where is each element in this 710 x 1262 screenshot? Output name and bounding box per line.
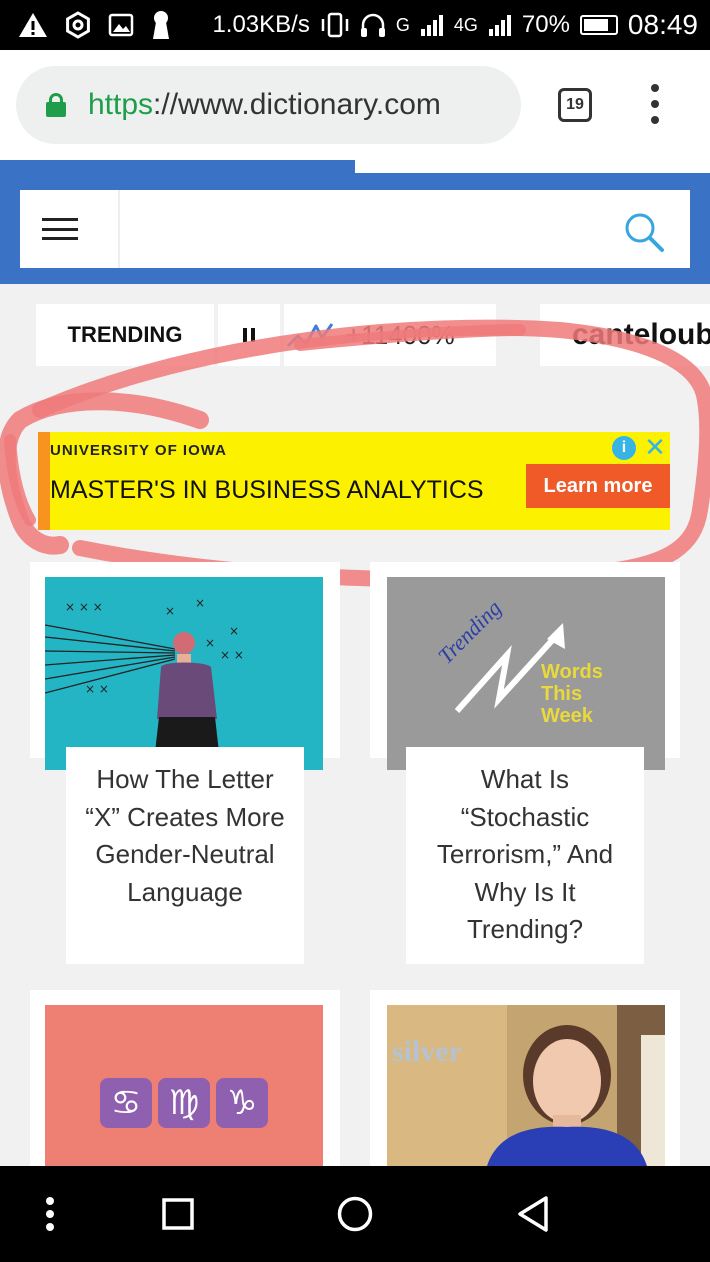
card-image-4-text: silver bbox=[392, 1035, 462, 1068]
zodiac-virgo-icon: ♍ bbox=[158, 1077, 210, 1128]
trend-line-icon bbox=[286, 323, 334, 348]
learn-more-button[interactable]: Learn more bbox=[526, 464, 670, 508]
headphones-icon bbox=[360, 13, 385, 37]
system-nav-bar bbox=[0, 1166, 710, 1262]
svg-text:× × ×: × × × bbox=[65, 600, 103, 614]
zodiac-cancer-icon: ♋ bbox=[100, 1077, 152, 1128]
status-bar: 1.03KB/s G 4G 70% 08:49 bbox=[0, 0, 710, 50]
signal-label-1: G bbox=[395, 14, 410, 35]
battery-percent: 70% bbox=[521, 11, 570, 38]
card-image-2-words: Words bbox=[541, 661, 603, 683]
more-icon[interactable] bbox=[30, 1166, 70, 1262]
search-input[interactable] bbox=[130, 206, 610, 252]
svg-text:×: × bbox=[165, 604, 175, 618]
site-header bbox=[0, 160, 710, 284]
home-icon[interactable] bbox=[327, 1166, 383, 1262]
svg-text:×: × bbox=[195, 596, 205, 610]
trending-label: TRENDING bbox=[36, 304, 214, 366]
image-icon bbox=[108, 13, 134, 37]
search-icon[interactable] bbox=[622, 210, 666, 254]
signal-icon bbox=[420, 15, 443, 36]
card-image-1[interactable]: × × × × × × × × × × × bbox=[45, 577, 323, 770]
hamburger-menu-icon[interactable] bbox=[42, 218, 78, 240]
address-bar[interactable]: https://www.dictionary.com bbox=[16, 66, 521, 144]
zodiac-capricorn-icon: ♑ bbox=[216, 1077, 268, 1128]
ad-close-icon[interactable]: ✕ bbox=[642, 434, 668, 460]
clock: 08:49 bbox=[627, 9, 698, 40]
trend-stat[interactable]: +11400% bbox=[284, 304, 496, 366]
card-title-2[interactable]: What Is “Stochastic Terrorism,” And Why … bbox=[406, 747, 644, 964]
svg-text:×: × bbox=[205, 636, 215, 650]
search-bar bbox=[20, 190, 690, 268]
battery-icon bbox=[579, 15, 618, 35]
browser-toolbar: https://www.dictionary.com 19 bbox=[0, 50, 710, 160]
ad-headline[interactable]: MASTER'S IN BUSINESS ANALYTICS bbox=[50, 476, 484, 505]
card-title-1[interactable]: How The Letter “X” Creates More Gender-N… bbox=[66, 747, 304, 964]
card-image-3[interactable]: ♋ ♍ ♑ bbox=[45, 1005, 323, 1166]
url-domain: ://www.dictionary.com bbox=[153, 88, 441, 121]
vibrate-icon bbox=[321, 12, 349, 38]
card-image-2-week: Week bbox=[541, 705, 593, 727]
svg-text:× ×: × × bbox=[85, 682, 109, 696]
keyhole-icon bbox=[153, 11, 169, 39]
card-image-4[interactable]: silver bbox=[387, 1005, 665, 1166]
recents-icon[interactable] bbox=[150, 1166, 206, 1262]
ad-info-icon[interactable]: i bbox=[612, 436, 636, 460]
pause-icon bbox=[243, 328, 247, 342]
ad-brand: UNIVERSITY OF IOWA bbox=[50, 442, 227, 459]
card-image-2[interactable]: Trending Words This Week bbox=[387, 577, 665, 770]
network-speed: 1.03KB/s bbox=[212, 11, 310, 38]
search-divider bbox=[118, 190, 120, 268]
warning-icon bbox=[19, 13, 47, 37]
url-text[interactable]: https://www.dictionary.com bbox=[88, 88, 441, 122]
lock-icon bbox=[46, 93, 66, 117]
signal-label-2: 4G bbox=[453, 14, 478, 35]
signal-4g-icon bbox=[488, 15, 511, 36]
url-scheme: https bbox=[88, 88, 154, 121]
settings-icon bbox=[66, 11, 90, 39]
tab-switcher-button[interactable]: 19 bbox=[558, 88, 592, 122]
pause-button[interactable] bbox=[218, 304, 280, 366]
trend-change: +11400% bbox=[346, 319, 455, 350]
ad-banner[interactable]: UNIVERSITY OF IOWA MASTER'S IN BUSINESS … bbox=[38, 432, 670, 530]
header-tab bbox=[355, 160, 710, 173]
back-icon[interactable] bbox=[505, 1166, 561, 1262]
ad-accent bbox=[38, 432, 50, 530]
browser-menu-button[interactable] bbox=[640, 84, 670, 124]
svg-text:×: × bbox=[229, 624, 239, 638]
card-image-2-this: This bbox=[541, 683, 583, 705]
trending-word[interactable]: canteloub bbox=[540, 304, 710, 366]
svg-text:× ×: × × bbox=[220, 648, 244, 662]
